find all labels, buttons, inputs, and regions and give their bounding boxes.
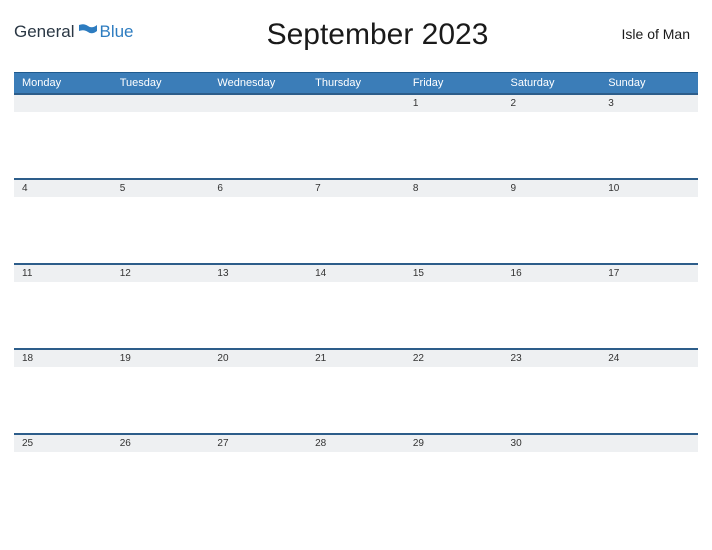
calendar-day-cell: 20 <box>209 349 307 434</box>
day-number: 28 <box>307 435 405 452</box>
weekday-header: Sunday <box>600 73 698 95</box>
day-number: 19 <box>112 350 210 367</box>
calendar-day-cell: 11 <box>14 264 112 349</box>
calendar-day-cell: 16 <box>503 264 601 349</box>
header: General Blue September 2023 Isle of Man <box>14 18 698 52</box>
calendar-title: September 2023 <box>134 18 622 52</box>
calendar-day-cell <box>600 434 698 474</box>
day-number <box>112 95 210 112</box>
day-number: 18 <box>14 350 112 367</box>
day-number: 29 <box>405 435 503 452</box>
calendar-grid: Monday Tuesday Wednesday Thursday Friday… <box>14 72 698 474</box>
calendar-day-cell: 8 <box>405 179 503 264</box>
logo-word-general: General <box>14 22 74 42</box>
calendar-day-cell: 21 <box>307 349 405 434</box>
calendar-week-row: 123 <box>14 94 698 179</box>
calendar-week-row: 11121314151617 <box>14 264 698 349</box>
weekday-header: Thursday <box>307 73 405 95</box>
calendar-day-cell: 14 <box>307 264 405 349</box>
calendar-day-cell: 10 <box>600 179 698 264</box>
weekday-header-row: Monday Tuesday Wednesday Thursday Friday… <box>14 73 698 95</box>
day-number: 13 <box>209 265 307 282</box>
calendar-week-row: 252627282930 <box>14 434 698 474</box>
day-number: 24 <box>600 350 698 367</box>
calendar-day-cell: 26 <box>112 434 210 474</box>
region-label: Isle of Man <box>622 18 698 42</box>
calendar-day-cell <box>209 94 307 179</box>
day-number <box>307 95 405 112</box>
day-number: 12 <box>112 265 210 282</box>
calendar-day-cell: 25 <box>14 434 112 474</box>
calendar-day-cell: 17 <box>600 264 698 349</box>
day-number: 21 <box>307 350 405 367</box>
day-number: 6 <box>209 180 307 197</box>
calendar-day-cell: 5 <box>112 179 210 264</box>
calendar-body: 1234567891011121314151617181920212223242… <box>14 94 698 474</box>
calendar-day-cell: 18 <box>14 349 112 434</box>
day-number: 22 <box>405 350 503 367</box>
calendar-day-cell: 23 <box>503 349 601 434</box>
calendar-day-cell: 3 <box>600 94 698 179</box>
calendar-day-cell: 1 <box>405 94 503 179</box>
calendar-day-cell: 27 <box>209 434 307 474</box>
calendar-day-cell: 4 <box>14 179 112 264</box>
calendar-day-cell: 2 <box>503 94 601 179</box>
calendar-day-cell <box>112 94 210 179</box>
day-number: 23 <box>503 350 601 367</box>
calendar-day-cell: 12 <box>112 264 210 349</box>
day-number: 25 <box>14 435 112 452</box>
calendar-day-cell: 28 <box>307 434 405 474</box>
day-number: 11 <box>14 265 112 282</box>
weekday-header: Friday <box>405 73 503 95</box>
logo-word-blue: Blue <box>99 22 133 42</box>
weekday-header: Saturday <box>503 73 601 95</box>
weekday-header: Wednesday <box>209 73 307 95</box>
day-number: 26 <box>112 435 210 452</box>
day-number <box>600 435 698 452</box>
calendar-day-cell: 9 <box>503 179 601 264</box>
weekday-header: Tuesday <box>112 73 210 95</box>
day-number: 3 <box>600 95 698 112</box>
calendar-day-cell: 24 <box>600 349 698 434</box>
logo: General Blue <box>14 18 134 42</box>
day-number: 9 <box>503 180 601 197</box>
day-number <box>209 95 307 112</box>
day-number: 7 <box>307 180 405 197</box>
day-number: 27 <box>209 435 307 452</box>
calendar-day-cell <box>307 94 405 179</box>
day-number: 8 <box>405 180 503 197</box>
day-number: 4 <box>14 180 112 197</box>
day-number: 16 <box>503 265 601 282</box>
weekday-header: Monday <box>14 73 112 95</box>
day-number <box>14 95 112 112</box>
day-number: 2 <box>503 95 601 112</box>
calendar-day-cell: 29 <box>405 434 503 474</box>
wave-icon <box>79 22 97 42</box>
day-number: 20 <box>209 350 307 367</box>
calendar-day-cell: 22 <box>405 349 503 434</box>
day-number: 1 <box>405 95 503 112</box>
calendar-day-cell: 6 <box>209 179 307 264</box>
day-number: 10 <box>600 180 698 197</box>
calendar-day-cell: 15 <box>405 264 503 349</box>
calendar-week-row: 18192021222324 <box>14 349 698 434</box>
calendar-day-cell: 19 <box>112 349 210 434</box>
calendar-day-cell: 30 <box>503 434 601 474</box>
day-number: 14 <box>307 265 405 282</box>
day-number: 5 <box>112 180 210 197</box>
calendar-week-row: 45678910 <box>14 179 698 264</box>
calendar-day-cell: 13 <box>209 264 307 349</box>
calendar-day-cell <box>14 94 112 179</box>
day-number: 17 <box>600 265 698 282</box>
day-number: 30 <box>503 435 601 452</box>
day-number: 15 <box>405 265 503 282</box>
calendar-day-cell: 7 <box>307 179 405 264</box>
